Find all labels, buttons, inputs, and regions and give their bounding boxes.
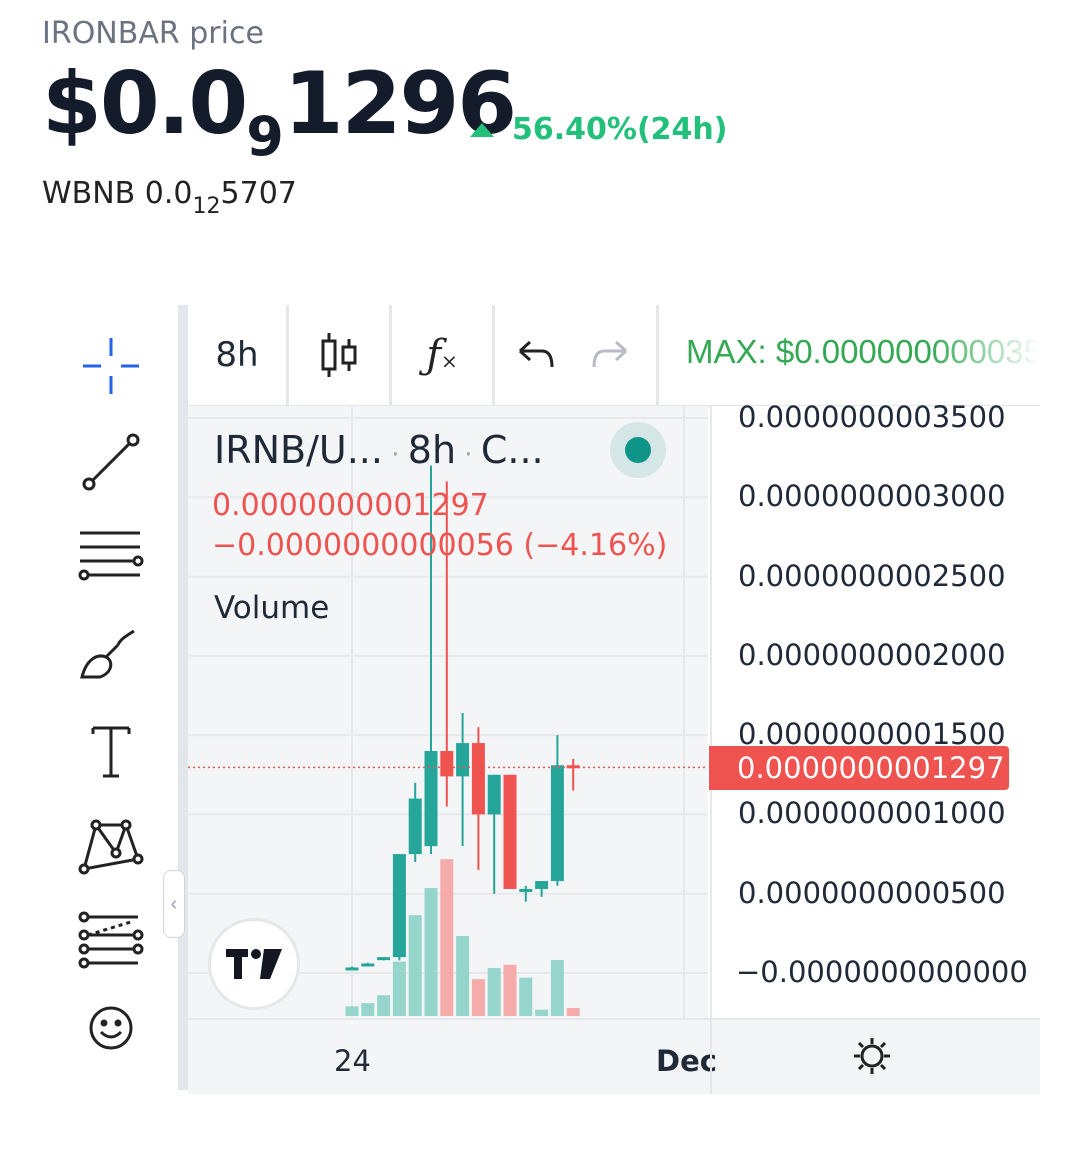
volume-bar — [471, 979, 485, 1016]
volume-bar — [519, 977, 533, 1016]
collapse-toolbar-icon[interactable]: ‹ — [163, 870, 185, 938]
price-tick: 0.0000000000500 — [738, 875, 1006, 910]
volume-bar — [361, 1003, 375, 1016]
time-tick: 24 — [334, 1044, 371, 1078]
volume-bar — [440, 859, 454, 1016]
fib-lines-icon[interactable] — [78, 525, 144, 591]
legend-last-value: 0.0000000001297 — [212, 488, 489, 523]
price-zero-count: 9 — [246, 105, 284, 168]
redo-icon — [592, 340, 628, 368]
volume-bar — [487, 968, 501, 1016]
volume-label: Volume — [214, 590, 330, 626]
chart-toolbar: 8h ƒ× MAX: $0.000000000035 — [188, 305, 1040, 407]
tradingview-icon — [226, 949, 282, 979]
wbnb-zero-count: 12 — [192, 194, 221, 219]
brush-icon[interactable] — [78, 621, 144, 687]
undo-icon — [518, 340, 554, 368]
volume-bar — [345, 1006, 359, 1016]
price-tick: 0.0000000003000 — [738, 479, 1006, 514]
text-icon[interactable] — [78, 717, 144, 783]
candle-body — [361, 963, 375, 967]
tradingview-logo[interactable] — [208, 918, 300, 1010]
volume-bar — [503, 964, 517, 1016]
volume-bar — [424, 888, 438, 1016]
token-price: $0.091296 — [42, 54, 517, 168]
candle-body — [487, 774, 501, 815]
price-tick: 0.0000000002500 — [738, 558, 1006, 593]
pattern-icon[interactable] — [78, 813, 144, 879]
wbnb-prefix: WBNB 0.0 — [42, 176, 193, 211]
emoji-icon[interactable] — [78, 995, 144, 1061]
axis-corner-divider — [710, 1020, 712, 1094]
candle-body — [392, 854, 406, 958]
legend-source: C... — [480, 428, 544, 472]
max-fade — [930, 305, 1040, 405]
price-change-24h: 56.40%(24h) — [470, 112, 727, 147]
legend-interval: 8h — [407, 428, 457, 472]
volume-bar — [566, 1008, 580, 1016]
time-axis[interactable]: 24 Dec — [188, 1018, 1040, 1094]
toolbar-divider — [178, 305, 188, 1090]
chart-type-button[interactable] — [289, 305, 389, 405]
crosshair-icon[interactable] — [78, 333, 144, 399]
volume-bar — [377, 995, 391, 1016]
indicators-icon: ƒ× — [426, 332, 458, 378]
price-main: $0.0 — [42, 54, 248, 154]
market-status-icon[interactable] — [610, 422, 666, 478]
time-tick: Dec — [656, 1044, 717, 1078]
volume-bar — [456, 936, 470, 1016]
volume-bar — [408, 915, 422, 1016]
price-tick: −0.0000000000000 — [736, 955, 1028, 989]
indicators-button[interactable]: ƒ× — [392, 305, 492, 405]
price-change-text: 56.40%(24h) — [512, 112, 728, 147]
candle-body — [471, 743, 485, 815]
interval-button[interactable]: 8h — [188, 305, 286, 405]
prediction-icon[interactable] — [78, 909, 144, 975]
undo-button[interactable] — [506, 305, 566, 405]
candle-body — [440, 751, 454, 777]
settings-icon[interactable] — [852, 1036, 892, 1081]
candle-body — [408, 798, 422, 855]
candle-body — [456, 743, 470, 777]
legend-symbol: IRNB/U... — [214, 428, 383, 472]
volume-bar — [535, 1009, 549, 1016]
toolbar-separator — [492, 305, 495, 405]
wbnb-digits: 5707 — [220, 176, 297, 211]
price-tick: 0.0000000001000 — [738, 796, 1006, 831]
candle-body — [535, 881, 549, 889]
toolbar-separator — [656, 305, 659, 405]
price-tick: 0.0000000002000 — [738, 637, 1006, 672]
chart-legend-title: IRNB/U... · 8h · C... — [214, 428, 544, 472]
trendline-icon[interactable] — [78, 429, 144, 495]
volume-bar — [392, 961, 406, 1016]
status-dot — [625, 437, 651, 463]
redo-button[interactable] — [580, 305, 640, 405]
candle-body — [550, 765, 564, 882]
candle-body — [519, 888, 533, 892]
drawing-toolbar — [50, 305, 175, 1090]
volume-bar — [550, 960, 564, 1016]
candle-body — [377, 957, 391, 961]
token-title: IRONBAR price — [42, 16, 264, 51]
candle-body — [424, 751, 438, 847]
price-tick: 0.0000000003500 — [738, 400, 1006, 434]
last-price-tag: 0.0000000001297 — [709, 746, 1009, 790]
legend-change: −0.0000000000056 (−4.16%) — [212, 528, 668, 563]
candle-body — [345, 967, 359, 971]
wbnb-price: WBNB 0.0125707 — [42, 176, 297, 219]
candle-body — [503, 774, 517, 889]
up-arrow-icon — [470, 122, 494, 137]
price-axis[interactable]: 0.0000000003500 0.0000000003000 0.00000000… — [710, 400, 1042, 1018]
candles-icon — [321, 333, 357, 377]
interval-label: 8h — [215, 335, 259, 375]
